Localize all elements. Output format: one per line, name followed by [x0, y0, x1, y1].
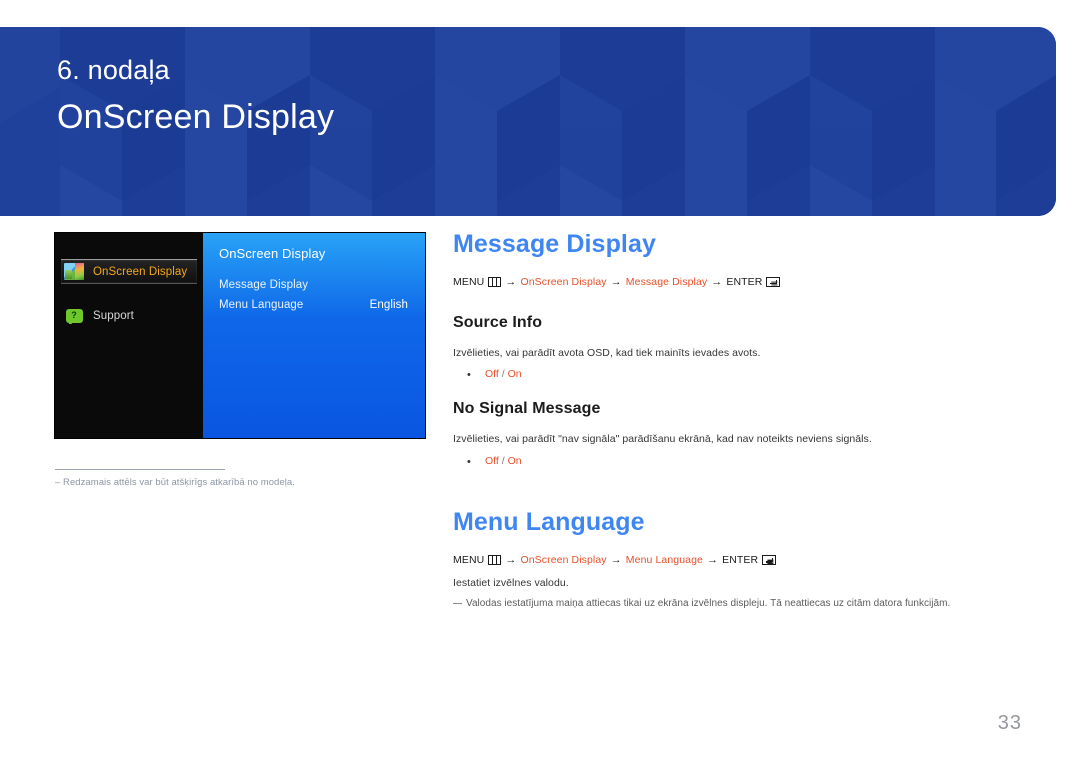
breadcrumb-arrow: → [706, 553, 719, 566]
breadcrumb-arrow: → [505, 275, 517, 288]
osd-screen: OnScreen Display ? Support OnScreen Disp… [55, 233, 425, 438]
osd-row-label: Menu Language [219, 299, 304, 311]
breadcrumb-arrow: → [610, 553, 622, 566]
breadcrumb-arrow: → [505, 553, 517, 566]
option-on[interactable]: On [508, 455, 522, 467]
document-page: 6. nodaļa OnScreen Display OnScreen Disp… [0, 0, 1080, 763]
chapter-label: 6. nodaļa [57, 55, 170, 85]
osd-sidebar-item-support[interactable]: ? Support [61, 303, 197, 328]
breadcrumb-message-display: MENU → OnScreen Display → Message Displa… [453, 275, 1033, 288]
subsection-title-source-info: Source Info [453, 313, 543, 331]
section-description-menu-language: Iestatiet izvēlnes valodu. [453, 576, 569, 589]
list-item: Off / On [453, 454, 1033, 470]
subsection-title-no-signal-message: No Signal Message [453, 400, 601, 418]
list-item: Off / On [453, 367, 1033, 383]
breadcrumb-arrow: → [610, 275, 622, 288]
footnote-dash: – [55, 477, 64, 488]
breadcrumb-enter-label: ENTER [722, 554, 759, 567]
footnote-divider [55, 469, 225, 470]
osd-row-label: Message Display [219, 279, 309, 291]
breadcrumb-arrow: → [711, 275, 723, 288]
menu-icon [488, 555, 502, 566]
subsection-description-no-signal-message: Izvēlieties, vai parādīt "nav signāla" p… [453, 433, 872, 446]
osd-sidebar: OnScreen Display ? Support [55, 233, 203, 438]
osd-sidebar-item-onscreen-display[interactable]: OnScreen Display [61, 259, 197, 284]
chapter-title: OnScreen Display [57, 97, 335, 136]
page-number: 33 [997, 712, 1022, 734]
option-off[interactable]: Off [485, 455, 499, 467]
breadcrumb-step-2: Menu Language [625, 554, 703, 567]
breadcrumb-step-1: OnScreen Display [520, 554, 607, 567]
enter-icon [766, 277, 781, 287]
footnote-text: Redzamais attēls var būt atšķirīgs atkar… [63, 477, 295, 488]
osd-row-menu-language[interactable]: Menu Language English [219, 299, 408, 311]
option-list-source-info: Off / On [453, 367, 1033, 383]
subsection-description-source-info: Izvēlieties, vai parādīt avota OSD, kad … [453, 346, 761, 359]
option-separator: / [501, 367, 505, 380]
option-off[interactable]: Off [485, 368, 499, 380]
menu-icon [488, 277, 502, 287]
osd-sidebar-item-label: Support [93, 309, 134, 322]
breadcrumb-menu-language: MENU → OnScreen Display → Menu Language … [453, 553, 1033, 567]
section-title-message-display: Message Display [453, 230, 656, 258]
osd-figure-footnote: – Redzamais attēls var būt atšķirīgs atk… [55, 477, 295, 488]
breadcrumb-step-1: OnScreen Display [520, 275, 607, 288]
section-note-menu-language: Valodas iestatījuma maiņa attiecas tikai… [453, 597, 1033, 612]
breadcrumb-menu-label: MENU [453, 275, 485, 288]
support-bubble-icon: ? [64, 307, 84, 324]
breadcrumb-enter-label: ENTER [726, 275, 763, 288]
osd-sidebar-item-label: OnScreen Display [93, 265, 188, 278]
osd-mockup-figure: OnScreen Display ? Support OnScreen Disp… [55, 233, 425, 488]
osd-panel-title: OnScreen Display [219, 246, 326, 261]
osd-row-value: English [369, 299, 408, 311]
main-content: Message Display MENU → OnScreen Display … [453, 230, 1033, 612]
option-list-no-signal-message: Off / On [453, 454, 1033, 470]
chapter-banner: 6. nodaļa OnScreen Display [0, 27, 1056, 216]
osd-row-message-display[interactable]: Message Display [219, 279, 408, 291]
option-separator: / [501, 454, 505, 467]
banner-text-block: 6. nodaļa OnScreen Display [57, 54, 334, 138]
picture-icon [64, 263, 84, 280]
osd-panel: OnScreen Display Message Display Menu La… [203, 233, 425, 438]
breadcrumb-menu-label: MENU [453, 554, 485, 567]
option-on[interactable]: On [508, 368, 522, 380]
section-title-menu-language: Menu Language [453, 508, 645, 537]
enter-icon [762, 555, 777, 566]
breadcrumb-step-2: Message Display [625, 275, 708, 288]
